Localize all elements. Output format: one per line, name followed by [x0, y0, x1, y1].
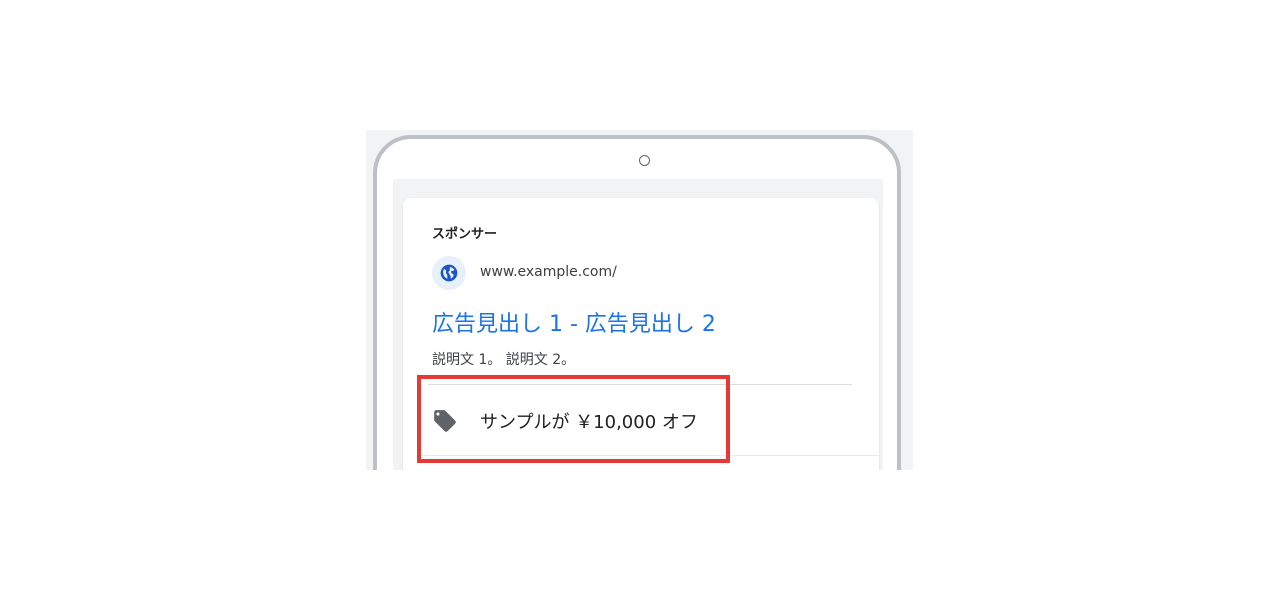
sponsor-label: スポンサー	[432, 227, 498, 242]
ad-description: 説明文 1。 説明文 2。	[432, 352, 576, 368]
ad-headline-link[interactable]: 広告見出し 1 - 広告見出し 2	[432, 306, 716, 338]
promotion-highlight-box	[417, 375, 730, 463]
favicon	[432, 256, 466, 290]
display-url[interactable]: www.example.com/	[480, 264, 617, 280]
camera-icon	[639, 155, 650, 166]
globe-icon	[440, 264, 458, 282]
